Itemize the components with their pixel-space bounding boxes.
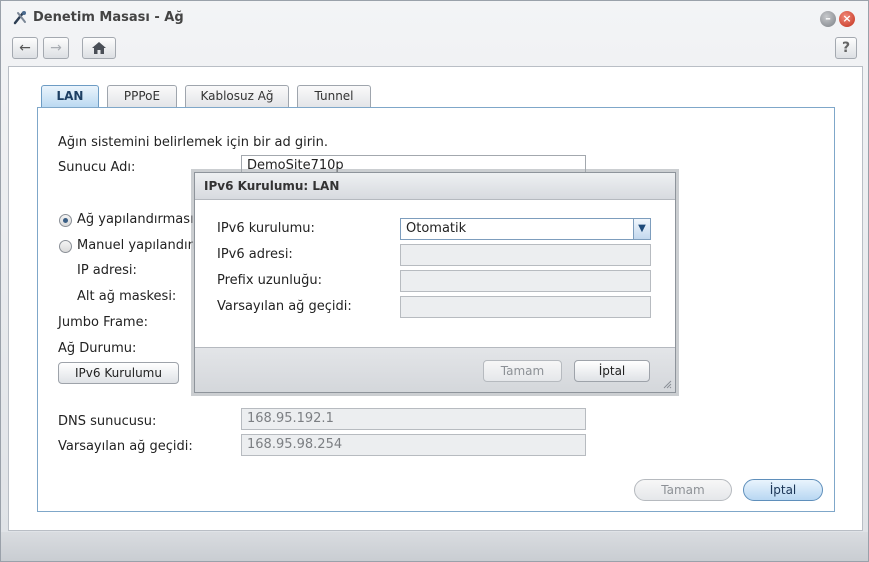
intro-text: Ağın sistemini belirlemek için bir ad gi… xyxy=(58,135,329,150)
back-button[interactable]: ← xyxy=(12,37,38,59)
title-bar: Denetim Masası - Ağ – × xyxy=(1,1,868,33)
prefix-length-input[interactable] xyxy=(400,270,651,292)
dialog-title: IPv6 Kurulumu: LAN xyxy=(195,173,675,200)
close-icon[interactable]: × xyxy=(839,11,855,27)
subnet-mask-label: Alt ağ maskesi: xyxy=(77,289,177,304)
status-bar xyxy=(1,532,868,561)
dialog-footer: Tamam İptal xyxy=(195,347,675,392)
home-icon xyxy=(92,42,106,54)
tab-lan[interactable]: LAN xyxy=(41,85,99,108)
dialog-cancel-button[interactable]: İptal xyxy=(574,360,650,382)
network-status-label: Ağ Durumu: xyxy=(58,341,137,356)
ipv6-address-label: IPv6 adresi: xyxy=(217,247,293,262)
default-gateway-input[interactable]: 168.95.98.254 xyxy=(241,434,586,456)
ipv6-gateway-input[interactable] xyxy=(400,296,651,318)
window-title: Denetim Masası - Ağ xyxy=(33,10,184,25)
ipv6-address-input[interactable] xyxy=(400,244,651,266)
ipv6-setup-select[interactable]: Otomatik ▼ xyxy=(400,218,651,240)
dialog-ok-button[interactable]: Tamam xyxy=(483,360,562,382)
default-gateway-label: Varsayılan ağ geçidi: xyxy=(58,439,193,454)
server-name-label: Sunucu Adı: xyxy=(58,160,136,175)
minimize-icon[interactable]: – xyxy=(820,11,836,27)
ipv6-gateway-label: Varsayılan ağ geçidi: xyxy=(217,299,352,314)
jumbo-frame-label: Jumbo Frame: xyxy=(58,315,148,330)
ipv6-setup-label: IPv6 kurulumu: xyxy=(217,221,315,236)
tab-tunnel[interactable]: Tunnel xyxy=(297,85,371,107)
home-button[interactable] xyxy=(82,37,116,59)
dns-server-input[interactable]: 168.95.192.1 xyxy=(241,408,586,430)
chevron-down-icon[interactable]: ▼ xyxy=(633,219,650,239)
tab-wireless[interactable]: Kablosuz Ağ xyxy=(185,85,289,107)
ip-address-label: IP adresi: xyxy=(77,263,137,278)
ipv6-setup-button[interactable]: IPv6 Kurulumu xyxy=(58,362,179,384)
ipv6-setup-value: Otomatik xyxy=(406,221,467,236)
radio-manual-config[interactable] xyxy=(59,240,72,253)
cancel-button[interactable]: İptal xyxy=(743,479,823,501)
toolbar: ← → ? xyxy=(1,33,868,65)
radio-manual-config-label: Manuel yapılandırm xyxy=(77,238,206,253)
radio-auto-config[interactable] xyxy=(59,214,72,227)
control-panel-window: Denetim Masası - Ağ – × ← → ? LAN PPPoE … xyxy=(0,0,869,562)
forward-button[interactable]: → xyxy=(43,37,69,59)
radio-auto-config-label: Ağ yapılandırmasın xyxy=(77,212,202,227)
resize-grip-icon[interactable] xyxy=(662,379,672,389)
arrow-right-icon: → xyxy=(50,40,62,56)
ok-button[interactable]: Tamam xyxy=(634,479,732,501)
ipv6-setup-dialog: IPv6 Kurulumu: LAN IPv6 kurulumu: Otomat… xyxy=(194,172,676,393)
tab-pppoe[interactable]: PPPoE xyxy=(107,85,177,107)
network-tools-icon xyxy=(13,11,26,25)
help-button[interactable]: ? xyxy=(835,37,857,59)
dns-server-label: DNS sunucusu: xyxy=(58,414,157,429)
arrow-left-icon: ← xyxy=(19,40,31,56)
prefix-length-label: Prefix uzunluğu: xyxy=(217,273,322,288)
